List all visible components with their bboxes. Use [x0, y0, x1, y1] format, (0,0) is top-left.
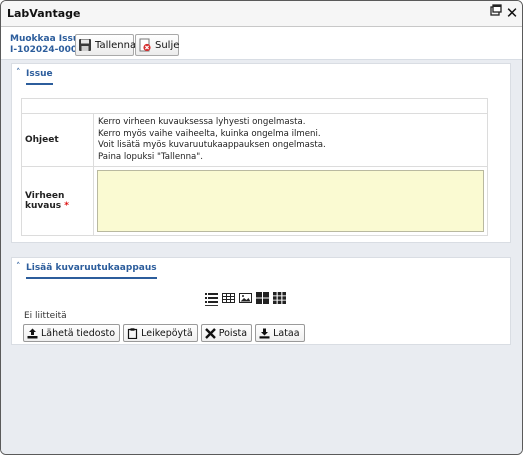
close-button-label: Sulje: [155, 39, 180, 51]
save-button-label: Tallenna: [95, 39, 137, 51]
close-button[interactable]: Sulje: [135, 34, 179, 56]
delete-label: Poista: [218, 327, 248, 339]
description-label-cell: Virheen kuvaus *: [21, 166, 94, 236]
table-view-icon[interactable]: [222, 292, 235, 304]
clipboard-icon: [127, 327, 138, 339]
form-header-row: [21, 98, 488, 114]
small-grid-icon[interactable]: [273, 292, 286, 304]
upload-file-button[interactable]: Lähetä tiedosto: [23, 324, 121, 342]
close-window-icon[interactable]: ✕: [504, 4, 520, 22]
delete-x-icon: [204, 327, 216, 339]
clipboard-button[interactable]: Leikepöytä: [123, 324, 198, 342]
instructions-label: Ohjeet: [21, 113, 94, 167]
no-attachments-text: Ei liitteitä: [24, 311, 67, 321]
title-bar[interactable]: LabVantage ✕: [1, 1, 522, 27]
instruction-line: Paina lopuksi "Tallenna".: [98, 151, 203, 162]
instruction-line: Kerro virheen kuvauksessa lyhyesti ongel…: [98, 117, 306, 127]
upload-icon: [27, 328, 38, 339]
dialog-content: Muokkaa Issue I-102024-00003 Tallenna Su…: [1, 27, 522, 454]
description-label: Virheen kuvaus: [25, 191, 65, 211]
view-mode-switcher: [205, 292, 286, 306]
issue-form: Ohjeet Kerro virheen kuvauksessa lyhyest…: [21, 98, 488, 236]
list-view-icon[interactable]: [205, 292, 218, 306]
description-textarea[interactable]: [97, 170, 484, 232]
attachment-section: ˄ Lisää kuvaruutukaappaus Ei liitteitä L…: [11, 257, 511, 345]
restore-window-icon[interactable]: [488, 4, 504, 22]
description-cell: [93, 166, 488, 236]
attachment-section-title[interactable]: Lisää kuvaruutukaappaus: [26, 263, 157, 279]
attachment-section-header: ˄ Lisää kuvaruutukaappaus: [12, 258, 510, 280]
instructions-text: Kerro virheen kuvauksessa lyhyesti ongel…: [93, 113, 488, 167]
collapse-chevron-icon[interactable]: ˄: [16, 262, 21, 272]
delete-button[interactable]: Poista: [200, 324, 253, 342]
download-label: Lataa: [273, 327, 300, 339]
issue-section: ˄ Issue Ohjeet Kerro virheen kuvauksessa…: [11, 63, 511, 243]
large-grid-icon[interactable]: [256, 292, 269, 304]
issue-section-header: ˄ Issue: [12, 64, 510, 86]
close-document-icon: [138, 38, 152, 52]
attachment-actions: Lähetä tiedosto Leikepöytä Poista Lataa: [23, 324, 305, 342]
floppy-disk-icon: [78, 38, 92, 52]
collapse-chevron-icon[interactable]: ˄: [16, 68, 21, 78]
window-title: LabVantage: [7, 7, 81, 20]
dialog-window: LabVantage ✕ Muokkaa Issue I-102024-0000…: [0, 0, 523, 455]
clipboard-label: Leikepöytä: [141, 327, 193, 339]
instruction-line: Kerro myös vaihe vaiheelta, kuinka ongel…: [98, 128, 321, 139]
image-view-icon[interactable]: [239, 292, 252, 304]
save-button[interactable]: Tallenna: [75, 34, 137, 56]
issue-section-title[interactable]: Issue: [26, 69, 53, 85]
upload-file-label: Lähetä tiedosto: [41, 327, 116, 339]
toolbar: Muokkaa Issue I-102024-00003 Tallenna Su…: [1, 27, 522, 60]
instruction-line: Voit lisätä myös kuvaruutukaappauksen on…: [98, 140, 326, 150]
required-marker: *: [64, 201, 69, 211]
download-icon: [259, 328, 270, 339]
download-button[interactable]: Lataa: [255, 324, 305, 342]
